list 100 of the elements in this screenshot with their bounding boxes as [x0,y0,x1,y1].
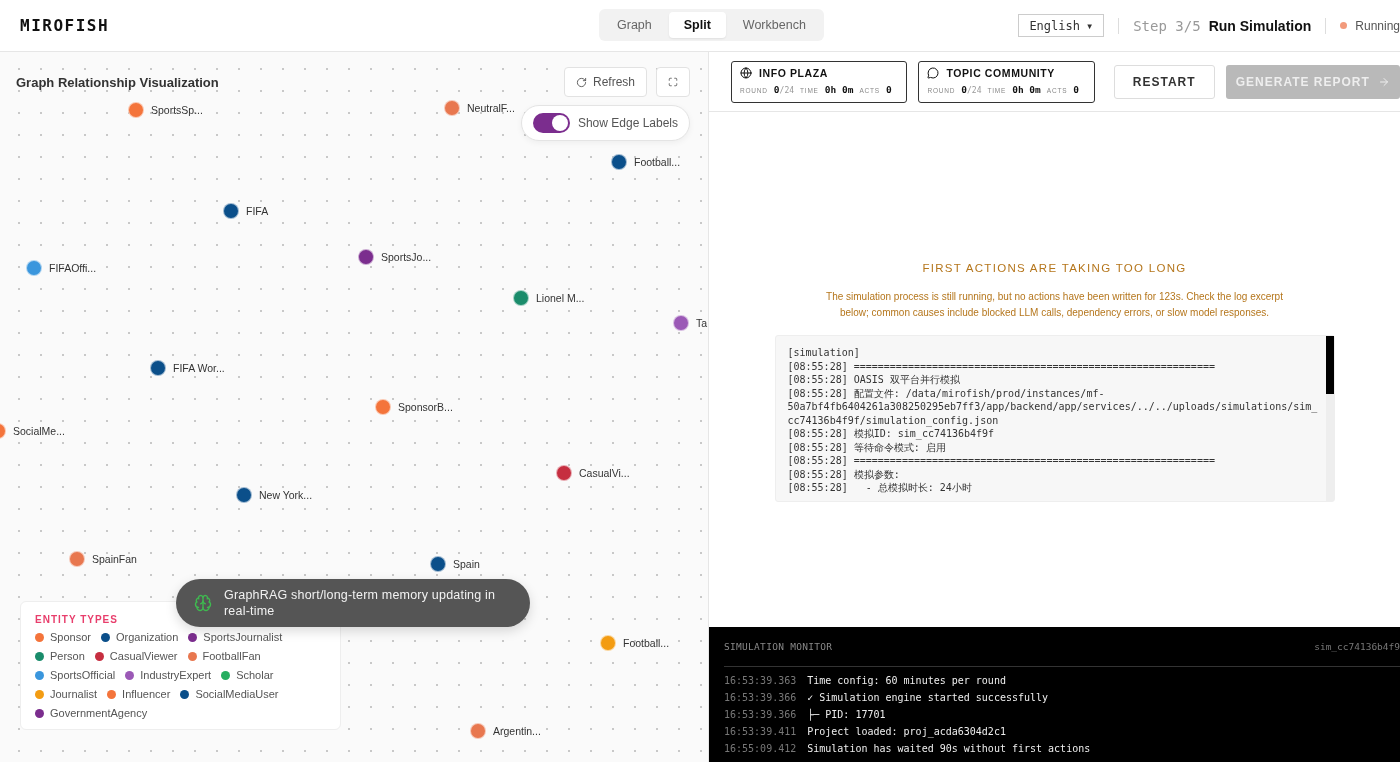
log-timestamp: 16:53:39.363 [724,675,797,686]
legend-label: GovernmentAgency [50,707,148,719]
chat-bubble-icon [927,66,940,79]
status-dot [1340,22,1348,29]
legend-label: Person [50,650,85,662]
fullscreen-icon [668,77,678,87]
globe-icon [740,66,752,79]
node-label: SportsSp... [151,104,203,116]
stat-value: 0h 0m [1012,83,1041,95]
toast-message: GraphRAG short/long-term memory updating in real-time [224,587,497,619]
log-message: Time config: 60 minutes per round [807,675,1006,686]
stat-value: 0 [773,83,780,95]
refresh-icon [575,76,587,88]
log-line: [08:55:28] OASIS 双平台并行模拟 [787,373,961,387]
legend-label: SportsOfficial [50,669,116,681]
log-line: [08:55:28] ============================================================ [787,454,1216,468]
language-dropdown[interactable]: English ▾ [1018,14,1105,37]
step-title: Run Simulation [1208,17,1312,34]
node-label: FIFA [246,205,269,217]
log-line: [08:55:28] 等待命令模式: 启用 [787,440,947,454]
log-message: ├─ PID: 17701 [807,709,886,720]
brain-icon [194,594,212,612]
node-label: SpainFan [92,553,137,565]
node-label: SponsorB... [398,401,453,413]
node-label: New York... [259,489,313,501]
graph-node[interactable] [236,487,252,503]
legend-label: Sponsor [50,631,91,643]
graph-node[interactable] [513,290,529,306]
status-label: Running [1355,18,1400,33]
graph-node[interactable] [470,723,486,739]
graph-node[interactable] [600,635,616,651]
stat-value: 0 [885,83,892,95]
stat-value: 0h 0m [824,83,854,95]
node-label: Football... [623,637,670,649]
scrollbar[interactable] [1325,336,1334,501]
log-timestamp: 16:53:39.366 [724,709,797,720]
graph-node[interactable] [128,102,144,118]
node-label: SportsJo... [381,251,432,263]
log-line: [08:55:28] 模拟参数: [787,467,901,481]
legend-label: Organization [116,631,179,643]
legend-label: SocialMediaUser [195,688,279,700]
simulation-id: sim_cc74136b4f9 [1314,641,1400,652]
log-line: [08:55:28] - 总模拟时长: 24小时 [787,481,973,495]
arrow-right-icon [1377,75,1390,88]
restart-button[interactable]: RESTART [1113,64,1215,99]
app-logo: MIROFISH [20,16,110,35]
node-label: Argentin... [493,725,541,737]
legend-label: FootballFan [202,650,261,662]
log-line: [08:55:28] 模拟ID: sim_cc74136b4f9f [787,427,996,441]
legend-label: Journalist [50,688,98,700]
log-line: [08:55:28] ============================================================ [787,359,1216,373]
legend-label: SportsJournalist [203,631,283,643]
view-mode-tab[interactable]: Graph [602,12,667,38]
legend-label: Influencer [122,688,171,700]
view-mode-tab[interactable]: Workbench [727,12,821,38]
log-message: ✓ Simulation engine started successfully [807,692,1049,703]
warning-message: The simulation process is still running, but no actions have been written for 123s. Check the log excerpt below; common causes include blocked LLM calls, dependency errors, or slow model responses. [825,290,1284,320]
node-label: Football... [634,156,681,168]
stat-value: 0 [1073,83,1080,95]
stat-total: /24 [779,85,795,95]
warning-title: FIRST ACTIONS ARE TAKING TOO LONG [922,262,1187,274]
graph-node[interactable] [611,154,627,170]
node-label: Spain [453,558,480,570]
node-label: SocialMe... [13,425,65,437]
node-label: Lionel M... [536,292,585,304]
graph-node[interactable] [375,399,391,415]
node-label: NeutralF... [467,102,515,114]
graph-node[interactable] [358,249,374,265]
log-message: Simulation has waited 90s without first actions [807,743,1091,754]
view-mode-tab[interactable]: Split [668,12,726,38]
toggle-switch[interactable] [532,113,570,133]
legend-label: CasualViewer [109,650,178,662]
step-number: Step 3/5 [1133,17,1201,34]
log-timestamp: 16:53:39.366 [724,692,797,703]
platform-name: TOPIC COMMUNITY [946,66,1055,79]
log-line: [simulation] [787,346,861,360]
log-timestamp: 16:55:09.412 [724,743,797,754]
node-label: FIFAOffi... [49,262,97,274]
monitor-title: SIMULATION MONITOR [724,641,833,652]
legend-title: ENTITY TYPES [35,614,119,625]
graph-node[interactable] [444,100,460,116]
stat-value: 0 [961,83,967,95]
graph-node[interactable] [223,203,239,219]
legend-label: Scholar [236,669,274,681]
panel-title: Graph Relationship Visualization [16,75,219,90]
log-timestamp: 16:53:39.411 [724,726,797,737]
log-message: Project loaded: proj_acda6304d2c1 [807,726,1006,737]
platform-name: INFO PLAZA [759,66,828,79]
graph-node[interactable] [430,556,446,572]
toggle-label: Show Edge Labels [577,116,678,130]
node-label: Ta [696,317,708,329]
graph-node[interactable] [556,465,572,481]
node-label: CasualVi... [579,467,630,479]
graph-node[interactable] [26,260,42,276]
graph-node[interactable] [150,360,166,376]
graph-node[interactable] [69,551,85,567]
stat-total: /24 [967,85,982,95]
node-label: FIFA Wor... [173,362,225,374]
graph-node[interactable] [673,315,689,331]
refresh-button[interactable]: Refresh [563,67,647,97]
